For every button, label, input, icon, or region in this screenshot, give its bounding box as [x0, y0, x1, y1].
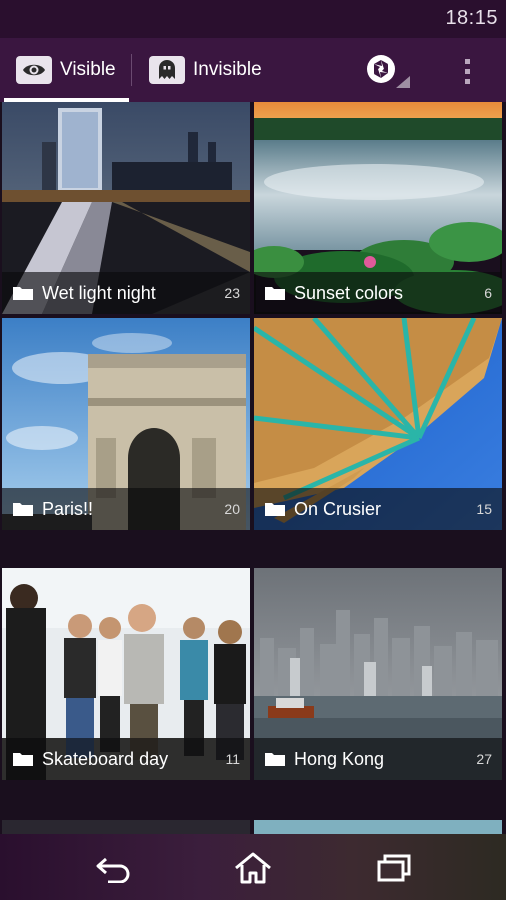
album-count: 23 [224, 285, 240, 301]
folder-icon [13, 753, 33, 766]
album-count: 20 [224, 501, 240, 517]
album-tile[interactable]: Sunset colors 6 [254, 102, 502, 314]
tab-visible-label: Visible [60, 59, 116, 80]
folder-icon [265, 753, 285, 766]
action-bar: Visible Invisible [0, 38, 506, 102]
album-label-bar: Skateboard day 11 [2, 738, 250, 780]
recent-apps-button[interactable] [364, 846, 424, 890]
status-time: 18:15 [445, 7, 498, 29]
album-grid: Wet light night 23 Sunset colors 6 Paris… [0, 102, 506, 834]
folder-icon [265, 287, 285, 300]
home-button[interactable] [223, 846, 283, 890]
album-count: 6 [484, 285, 492, 301]
album-title: Hong Kong [294, 748, 385, 769]
album-count: 11 [225, 751, 240, 767]
eye-icon [16, 56, 52, 84]
tab-visible[interactable]: Visible [0, 38, 130, 102]
album-count: 15 [476, 501, 492, 517]
back-button[interactable] [84, 846, 144, 890]
album-tile[interactable]: Hong Kong 27 [254, 568, 502, 780]
album-count: 27 [476, 751, 492, 767]
folder-icon [265, 503, 285, 516]
back-icon [96, 857, 130, 883]
tab-invisible-label: Invisible [193, 59, 262, 80]
ghost-icon [149, 56, 185, 84]
album-label-bar: Paris!! 20 [2, 488, 250, 530]
overflow-menu-button[interactable] [452, 50, 482, 92]
status-bar: 18:15 [0, 0, 506, 38]
album-title: Wet light night [42, 282, 156, 303]
album-title: On Crusier [294, 498, 382, 519]
album-label-bar: Sunset colors 6 [254, 272, 502, 314]
album-tile-partial[interactable] [254, 820, 502, 834]
album-tile[interactable]: Skateboard day 11 [2, 568, 250, 780]
folder-icon [13, 287, 33, 300]
album-label-bar: On Crusier 15 [254, 488, 502, 530]
folder-icon [13, 503, 33, 516]
aperture-button[interactable] [362, 50, 414, 92]
album-tile[interactable]: Paris!! 20 [2, 318, 250, 530]
navigation-bar [0, 834, 506, 900]
album-tile[interactable]: Wet light night 23 [2, 102, 250, 314]
recent-apps-icon [377, 854, 411, 882]
tab-divider [131, 54, 132, 86]
overflow-menu-icon [464, 58, 470, 64]
album-label-bar: Wet light night 23 [2, 272, 250, 314]
album-tile[interactable]: On Crusier 15 [254, 318, 502, 530]
album-title: Paris!! [42, 498, 94, 519]
album-tile-partial[interactable] [2, 820, 250, 834]
tab-invisible[interactable]: Invisible [133, 38, 273, 102]
album-label-bar: Hong Kong 27 [254, 738, 502, 780]
home-icon [235, 852, 271, 884]
album-title: Skateboard day [42, 748, 169, 769]
album-title: Sunset colors [294, 282, 404, 303]
aperture-icon [367, 55, 410, 88]
